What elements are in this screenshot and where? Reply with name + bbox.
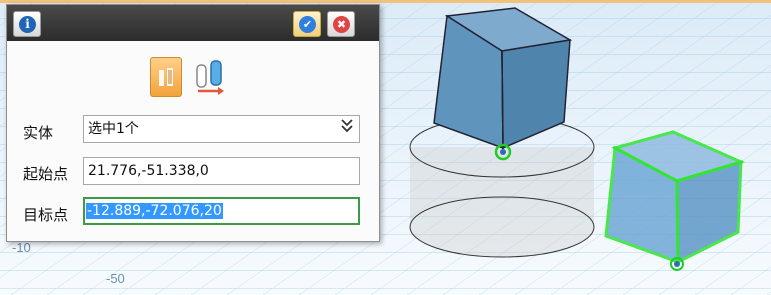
axis-label-minus10: -10 <box>12 240 31 255</box>
entity-value: 选中1个 <box>88 121 139 137</box>
info-button[interactable]: i <box>13 11 41 37</box>
cancel-button[interactable]: ✖ <box>327 11 355 37</box>
axis-label-minus50: -50 <box>106 271 125 286</box>
target-point-value: -12.889,-72.076,20 <box>86 203 223 219</box>
single-move-icon <box>159 68 173 86</box>
start-point-value: 21.776,-51.338,0 <box>88 163 209 179</box>
dialog-titlebar: i ✔ ✖ <box>7 5 379 41</box>
confirm-button[interactable]: ✔ <box>293 11 321 37</box>
target-point-label: 目标点 <box>23 206 69 224</box>
original-cube[interactable] <box>433 7 573 150</box>
entity-label: 实体 <box>23 124 54 142</box>
single-move-mode-button[interactable] <box>150 57 182 97</box>
start-point-field[interactable]: 21.776,-51.338,0 <box>83 157 360 185</box>
move-dialog: i ✔ ✖ 实体 选中1个 起始点 21.776,-51.338,0 目标点 -… <box>6 4 380 242</box>
target-point-field[interactable]: -12.889,-72.076,20 <box>83 197 360 225</box>
close-icon: ✖ <box>333 16 350 33</box>
copy-move-icon <box>196 60 224 95</box>
start-point-label: 起始点 <box>23 165 69 183</box>
info-icon: i <box>19 16 36 33</box>
entity-selection-field[interactable]: 选中1个 <box>83 115 360 143</box>
copy-move-mode-button[interactable] <box>194 57 226 97</box>
double-chevron-down-icon[interactable] <box>338 116 356 140</box>
check-icon: ✔ <box>299 16 316 33</box>
